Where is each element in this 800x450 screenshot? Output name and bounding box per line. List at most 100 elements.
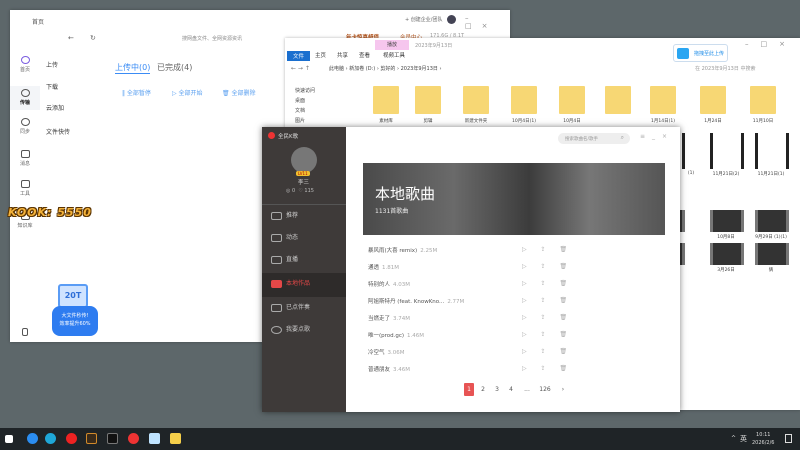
page-button[interactable]: › bbox=[558, 383, 568, 396]
thumbs-up-icon bbox=[271, 212, 282, 220]
page-button[interactable]: 4 bbox=[506, 383, 516, 396]
folder[interactable] bbox=[415, 86, 441, 114]
page-button[interactable]: ... bbox=[522, 383, 532, 396]
file-thumbnail[interactable] bbox=[755, 210, 789, 232]
folder[interactable] bbox=[373, 86, 399, 114]
promo-banner[interactable]: 20T 大文件秒传! 效率提升60% bbox=[50, 282, 100, 338]
nav-arrows[interactable]: ← → ↑ bbox=[291, 65, 310, 72]
folder[interactable] bbox=[750, 86, 776, 114]
search-app-icon[interactable] bbox=[27, 433, 38, 444]
rail-home[interactable]: 首页 bbox=[10, 56, 40, 73]
page-button[interactable]: 3 bbox=[492, 383, 502, 396]
delete-all-button[interactable]: 🗑 全部删除 bbox=[222, 88, 256, 97]
folder[interactable] bbox=[559, 86, 585, 114]
ribbon-share[interactable]: 共享 bbox=[337, 51, 348, 59]
song-actions[interactable]: ▷ ⇪ 🗑 bbox=[522, 365, 573, 372]
promo-badge: 20T bbox=[58, 284, 88, 308]
rail-messages[interactable]: 消息 bbox=[10, 150, 40, 167]
avatar[interactable] bbox=[447, 15, 456, 24]
device-icon[interactable] bbox=[10, 328, 40, 338]
netease-music-icon[interactable] bbox=[66, 433, 77, 444]
drag-upload-button[interactable]: 拖拽至此上传 bbox=[673, 44, 728, 62]
song-actions[interactable]: ▷ ⇪ 🗑 bbox=[522, 348, 573, 355]
search-icon[interactable]: ⌕ bbox=[621, 134, 624, 142]
crumb[interactable]: 新加卷 (D:) bbox=[349, 66, 375, 72]
nav-feed[interactable]: 动态 bbox=[262, 227, 346, 249]
song-actions[interactable]: ▷ ⇪ 🗑 bbox=[522, 263, 573, 270]
window-controls[interactable]: ≡_× bbox=[640, 133, 674, 140]
nav-ordered-accompaniment[interactable]: 已点伴奏 bbox=[262, 297, 346, 319]
singer-icon bbox=[271, 326, 282, 334]
netdisk-icon[interactable] bbox=[149, 433, 160, 444]
song-actions[interactable]: ▷ ⇪ 🗑 bbox=[522, 297, 573, 304]
file-thumbnail[interactable] bbox=[710, 243, 744, 265]
tab-uploading[interactable]: 上传中(0) bbox=[115, 62, 151, 74]
rail-tools[interactable]: 工具 bbox=[10, 180, 40, 197]
file-thumbnail[interactable] bbox=[710, 133, 744, 169]
page-button[interactable]: 126 bbox=[537, 383, 553, 396]
ribbon-home[interactable]: 主页 bbox=[315, 51, 326, 59]
nav-local-works[interactable]: 本地作品 bbox=[262, 273, 346, 297]
crumb[interactable]: 2023年9月13日 bbox=[401, 66, 438, 72]
create-team-link[interactable]: + 创建企业/团队 bbox=[405, 16, 442, 23]
ribbon-file[interactable]: 文件 bbox=[287, 51, 311, 61]
ribbon-view[interactable]: 查看 bbox=[359, 51, 370, 59]
page-button[interactable]: 2 bbox=[478, 383, 488, 396]
tab-completed[interactable]: 已完成(4) bbox=[157, 62, 192, 73]
context-tab[interactable]: 播放 bbox=[375, 40, 409, 50]
pause-all-button[interactable]: ‖ 全部暂停 bbox=[122, 88, 151, 97]
karaoke-icon[interactable] bbox=[128, 433, 139, 444]
song-size: 3.06M bbox=[387, 350, 405, 356]
nav-request-song[interactable]: 我要点歌 bbox=[262, 319, 346, 341]
edge-icon[interactable] bbox=[45, 433, 56, 444]
crumb[interactable]: 剪好的 bbox=[380, 66, 395, 72]
file-thumbnail[interactable] bbox=[755, 133, 789, 169]
nav-item[interactable]: 快速访问 bbox=[295, 86, 315, 96]
file-thumbnail[interactable] bbox=[710, 210, 744, 232]
song-actions[interactable]: ▷ ⇪ 🗑 bbox=[522, 280, 573, 287]
rail-transfer[interactable]: 传输 bbox=[10, 86, 40, 110]
back-icon[interactable]: ← bbox=[68, 34, 74, 42]
ime-indicator[interactable]: 英 bbox=[740, 434, 747, 444]
song-actions[interactable]: ▷ ⇪ 🗑 bbox=[522, 246, 573, 253]
nav-item[interactable]: 图片 bbox=[295, 116, 315, 126]
sub-nav-cloud-add[interactable]: 云添加 bbox=[46, 103, 64, 112]
rail-label: 消息 bbox=[19, 161, 30, 167]
search-input[interactable]: 搜网盘文件、全网资源资讯 bbox=[182, 35, 242, 42]
notification-icon[interactable] bbox=[785, 434, 792, 443]
start-all-button[interactable]: ▷ 全部开始 bbox=[172, 88, 203, 97]
window-controls[interactable]: –□× bbox=[465, 14, 510, 30]
file-thumbnail[interactable] bbox=[755, 243, 789, 265]
nav-recommend[interactable]: 推荐 bbox=[262, 205, 346, 227]
nav-item[interactable]: 桌面 bbox=[295, 96, 315, 106]
page-button[interactable]: 1 bbox=[464, 383, 474, 396]
clock[interactable]: 10:11 2026/2/6 bbox=[752, 431, 774, 447]
search-input[interactable]: 在 2023年9月13日 中搜索 bbox=[695, 65, 755, 72]
song-search-input[interactable]: 搜索歌曲名/歌手 ⌕ bbox=[558, 133, 630, 144]
sub-nav-file-transfer[interactable]: 文件快传 bbox=[46, 127, 70, 136]
file-explorer-icon[interactable] bbox=[170, 433, 181, 444]
crumb[interactable]: 此电脑 bbox=[329, 66, 344, 72]
folder[interactable] bbox=[463, 86, 489, 114]
avatar[interactable] bbox=[291, 147, 317, 173]
start-icon[interactable] bbox=[5, 435, 13, 443]
rail-sync[interactable]: 同步 bbox=[10, 118, 40, 135]
folder[interactable] bbox=[650, 86, 676, 114]
address-bar[interactable]: 此电脑 › 新加卷 (D:) › 剪好的 › 2023年9月13日 › bbox=[329, 65, 599, 72]
tray-expand[interactable]: ^ bbox=[731, 435, 736, 442]
folder[interactable] bbox=[605, 86, 631, 114]
g-app-icon[interactable] bbox=[86, 433, 97, 444]
window-controls[interactable]: –□× bbox=[745, 40, 797, 48]
folder[interactable] bbox=[700, 86, 726, 114]
ribbon-video-tools[interactable]: 视频工具 bbox=[383, 51, 405, 59]
song-actions[interactable]: ▷ ⇪ 🗑 bbox=[522, 314, 573, 321]
nav-item[interactable]: 文档 bbox=[295, 106, 315, 116]
nav-live[interactable]: 直播 bbox=[262, 249, 346, 271]
capcut-icon[interactable] bbox=[107, 433, 118, 444]
song-actions[interactable]: ▷ ⇪ 🗑 bbox=[522, 331, 573, 338]
sub-nav-download[interactable]: 下载 bbox=[46, 82, 58, 91]
sub-nav-upload[interactable]: 上传 bbox=[46, 60, 58, 69]
folder[interactable] bbox=[511, 86, 537, 114]
side-rail: 首页 传输 同步 消息 工具 知识库 bbox=[10, 40, 40, 342]
refresh-icon[interactable]: ↻ bbox=[90, 34, 96, 42]
